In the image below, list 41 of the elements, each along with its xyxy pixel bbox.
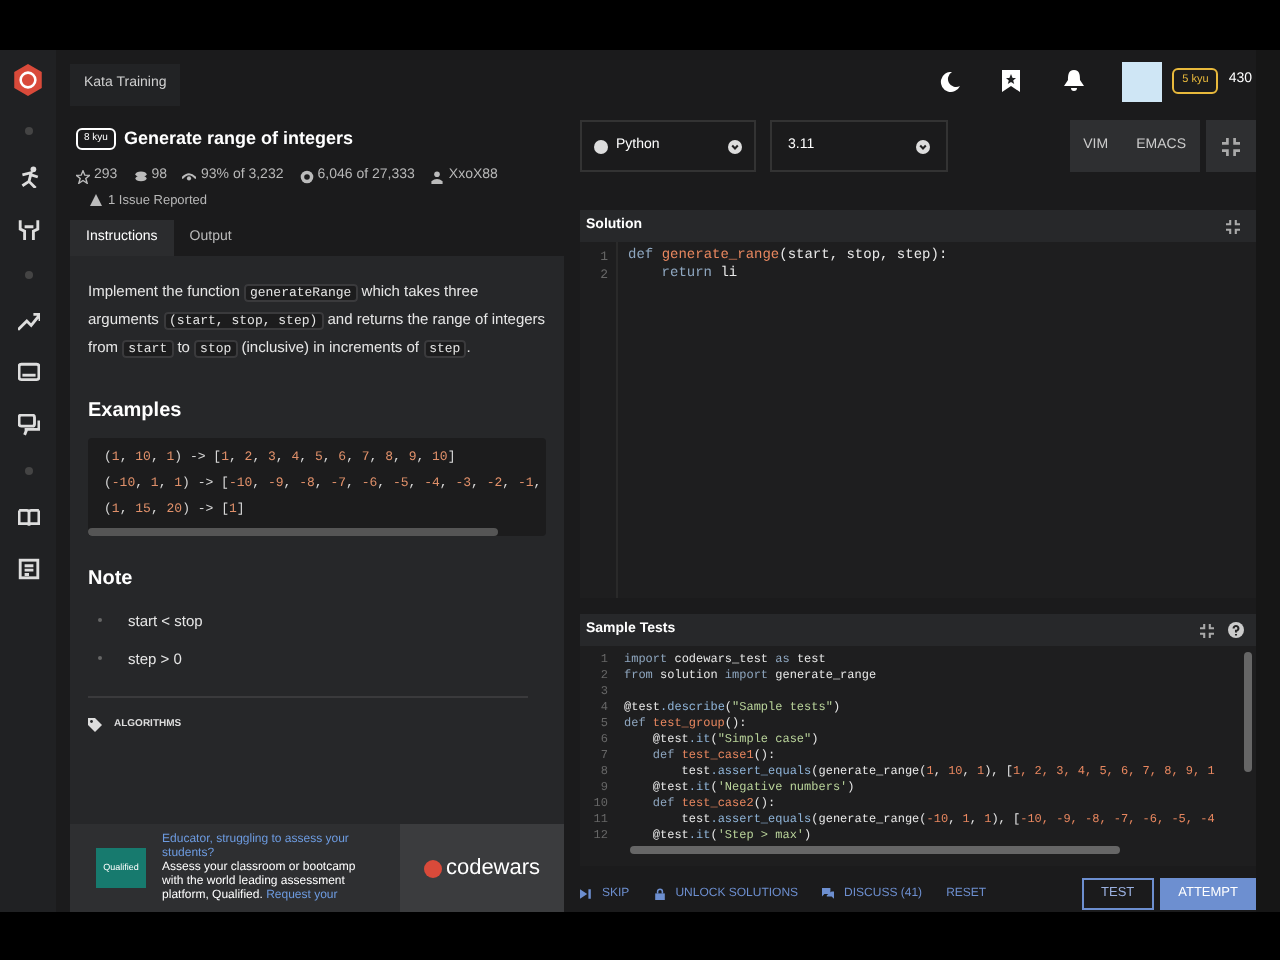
scrollbar-track[interactable] xyxy=(1256,50,1280,912)
dot-icon xyxy=(23,466,33,476)
bell-icon[interactable] xyxy=(1064,70,1085,92)
scrollbar[interactable] xyxy=(88,527,498,535)
scrollbar[interactable] xyxy=(630,846,1120,854)
help-icon[interactable] xyxy=(1228,622,1244,638)
eye-icon xyxy=(182,169,197,184)
coin-stack-icon xyxy=(133,169,148,184)
trending-up-icon[interactable] xyxy=(17,310,39,332)
chevron-down-icon xyxy=(728,139,742,153)
chat-bubbles-icon xyxy=(822,888,835,900)
target-icon xyxy=(299,169,314,184)
skip-icon xyxy=(580,888,592,900)
dot-icon xyxy=(23,126,33,136)
note-heading: Note xyxy=(88,565,135,593)
kata-title: Generate range of integers xyxy=(123,125,353,152)
examples-heading: Examples xyxy=(88,398,184,427)
avatar[interactable] xyxy=(1122,61,1163,101)
star-icon xyxy=(76,169,90,184)
scrollbar[interactable] xyxy=(1244,652,1252,772)
collapse-icon[interactable] xyxy=(1200,623,1214,637)
person-icon xyxy=(430,169,445,184)
running-figure-icon[interactable] xyxy=(17,166,39,188)
chat-bubbles-icon[interactable] xyxy=(17,414,39,436)
collapse-icon[interactable] xyxy=(1226,219,1240,233)
moon-icon[interactable] xyxy=(940,71,961,91)
book-icon[interactable] xyxy=(17,506,39,528)
lock-icon xyxy=(653,888,666,900)
collapse-icon xyxy=(1222,137,1240,155)
logo-icon xyxy=(12,64,44,96)
codewars-wordmark: codewars xyxy=(445,853,541,884)
fighting-figures-icon[interactable] xyxy=(17,218,39,240)
chevron-down-icon xyxy=(916,139,930,153)
chat-box-icon[interactable] xyxy=(17,362,39,384)
codewars-logo-icon xyxy=(423,859,442,877)
bookmark-icon[interactable] xyxy=(1002,70,1021,92)
warning-icon xyxy=(90,194,102,207)
newspaper-icon[interactable] xyxy=(17,558,39,580)
dot-icon xyxy=(23,270,33,280)
tag-icon xyxy=(88,718,102,733)
fullscreen-button[interactable] xyxy=(1206,120,1256,172)
